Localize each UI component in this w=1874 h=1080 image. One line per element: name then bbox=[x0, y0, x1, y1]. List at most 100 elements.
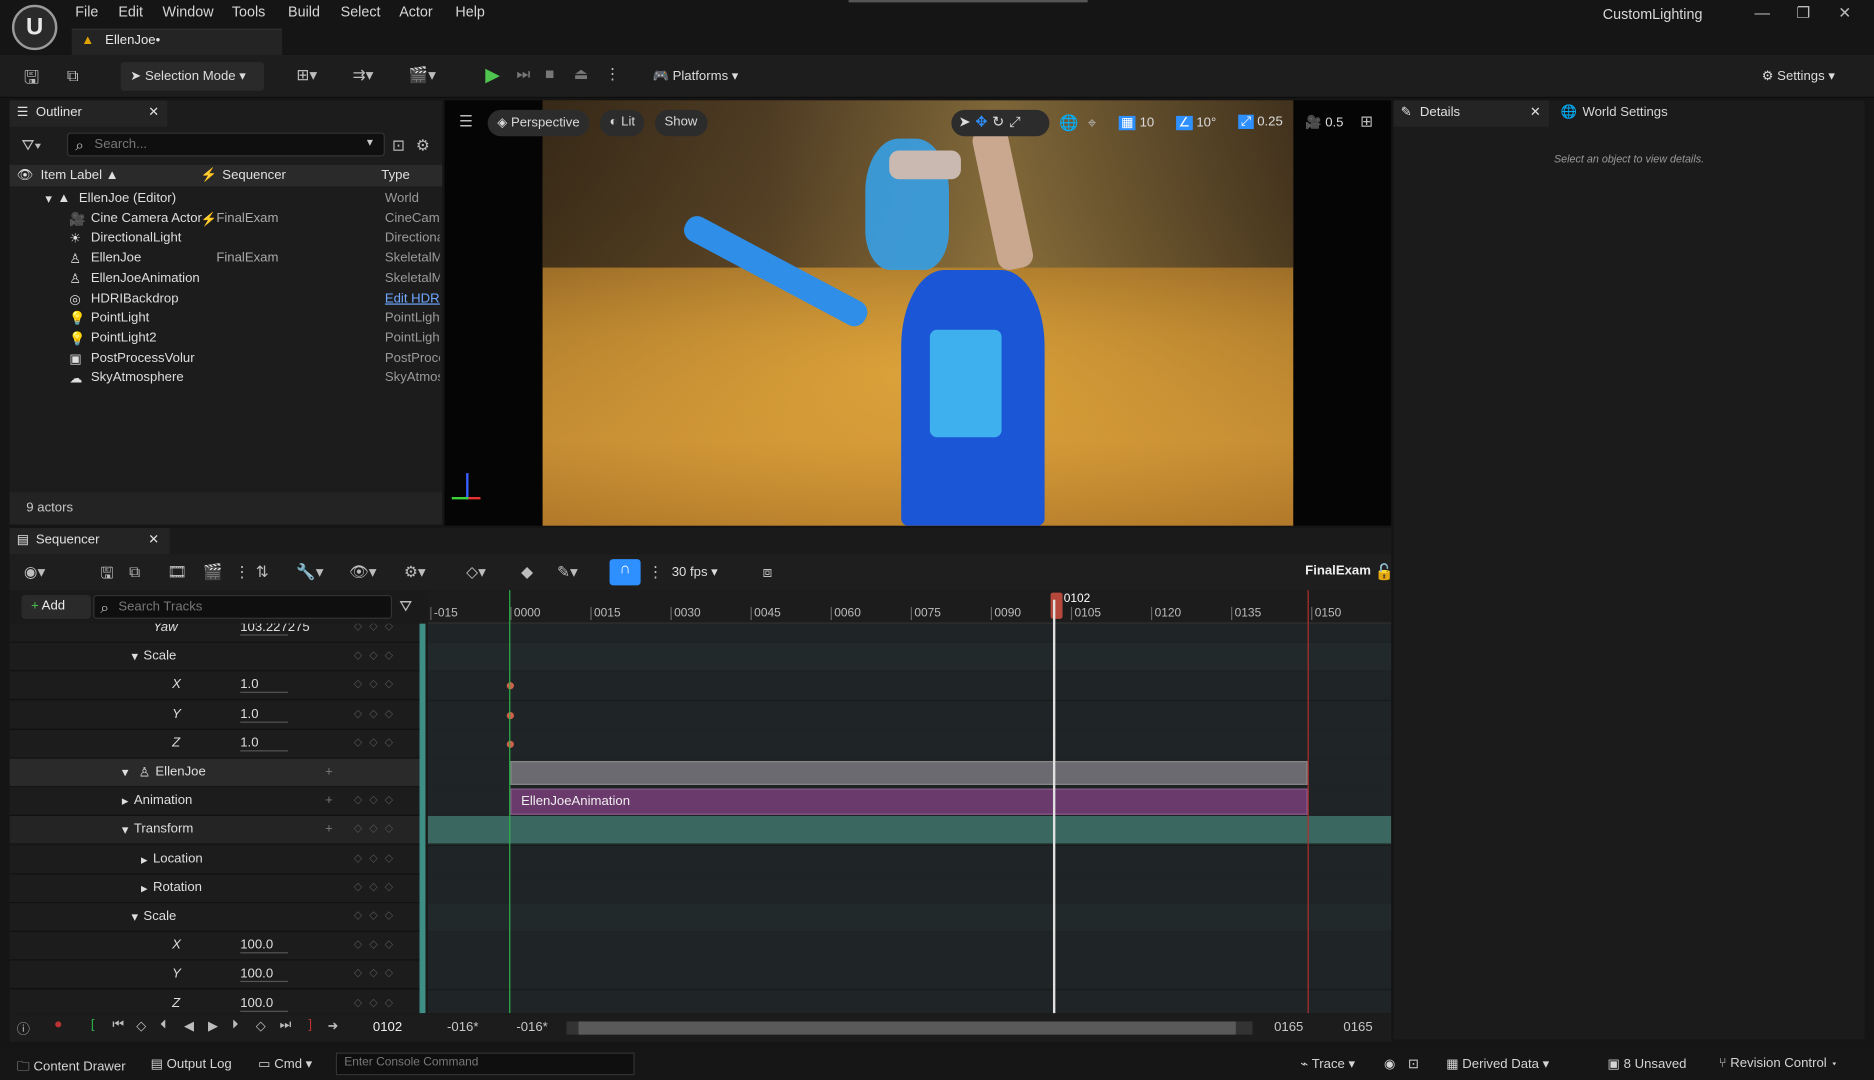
unsaved-button[interactable]: ▣ 8 Unsaved bbox=[1608, 1056, 1687, 1071]
track-lane[interactable] bbox=[427, 623, 1392, 643]
track-search-input[interactable]: ⌕ Search Tracks bbox=[93, 594, 393, 619]
menu-tools[interactable]: Tools bbox=[232, 4, 265, 21]
eject-icon[interactable]: ⏏ bbox=[574, 65, 589, 84]
step-icon[interactable]: ⏭ bbox=[516, 65, 530, 84]
snap-icon[interactable]: ∩ bbox=[609, 559, 641, 586]
info-icon[interactable]: ⓘ bbox=[17, 1019, 30, 1038]
track-lane[interactable] bbox=[427, 642, 1392, 672]
output-log-button[interactable]: ▤ Output Log bbox=[151, 1056, 232, 1071]
scale-tool-icon[interactable]: ⤢ bbox=[1009, 113, 1025, 130]
next-frame-icon[interactable]: ⏵ bbox=[232, 1018, 239, 1034]
view-start-field[interactable]: -016* bbox=[447, 1020, 478, 1034]
more-options-icon[interactable]: ⋮ bbox=[605, 65, 621, 84]
scale-snap[interactable]: ⤢ 0.25 bbox=[1233, 110, 1287, 136]
derived-data-dropdown[interactable]: ▦ Derived Data ▾ bbox=[1446, 1056, 1549, 1071]
track-lane[interactable] bbox=[427, 932, 1392, 961]
play-forward-icon[interactable]: ▶ bbox=[208, 1018, 218, 1033]
view-options-icon[interactable]: 👁▾ bbox=[349, 563, 377, 582]
show-button[interactable]: Show bbox=[654, 109, 707, 137]
animation-section[interactable]: EllenJoeAnimation bbox=[510, 788, 1308, 816]
key-icon[interactable]: ◆ bbox=[521, 563, 533, 582]
rotate-tool-icon[interactable]: ↻ bbox=[992, 113, 1009, 130]
restore-icon[interactable]: ❐ bbox=[1796, 4, 1810, 23]
menu-actor[interactable]: Actor bbox=[399, 4, 432, 21]
menu-select[interactable]: Select bbox=[341, 4, 381, 21]
timeline-ruler[interactable]: -015 0000 0015 0030 0045 0060 0075 0090 0105 0120… bbox=[427, 590, 1392, 624]
visibility-icon[interactable]: 👁 bbox=[17, 167, 34, 182]
viewport-menu-icon[interactable]: ☰ bbox=[459, 112, 473, 131]
close-tab-icon[interactable]: ✕ bbox=[148, 532, 159, 547]
track-lane[interactable] bbox=[427, 758, 1392, 788]
minimize-icon[interactable]: — bbox=[1755, 4, 1771, 22]
select-tool-icon[interactable]: ➤ bbox=[959, 113, 976, 130]
surface-snap-icon[interactable]: ⌖ bbox=[1088, 113, 1097, 132]
chevron-down-icon[interactable]: ▾ bbox=[367, 136, 373, 149]
more-icon[interactable]: ⋮ bbox=[234, 563, 250, 582]
jump-start-icon[interactable]: ⏮ bbox=[112, 1018, 124, 1034]
close-window-icon[interactable]: ✕ bbox=[1838, 4, 1851, 23]
screenshot-icon[interactable]: ⊡ bbox=[1408, 1056, 1419, 1071]
col-type[interactable]: Type bbox=[381, 168, 410, 182]
move-tool-icon[interactable]: ✥ bbox=[975, 113, 992, 130]
stop-icon[interactable]: ■ bbox=[545, 65, 554, 83]
set-start-icon[interactable]: [ bbox=[91, 1018, 95, 1032]
menu-build[interactable]: Build bbox=[288, 4, 320, 21]
menu-window[interactable]: Window bbox=[163, 4, 214, 21]
play-icon[interactable]: ▶ bbox=[485, 63, 500, 87]
sequencer-tab[interactable]: ▤ Sequencer ✕ bbox=[9, 528, 170, 555]
perspective-button[interactable]: ◈ Perspective bbox=[487, 109, 590, 137]
col-item-label[interactable]: Item Label ▲ bbox=[41, 168, 119, 182]
render-icon[interactable]: 🎬 bbox=[203, 563, 222, 582]
loop-icon[interactable]: ➜ bbox=[327, 1018, 338, 1033]
live-coding-icon[interactable]: ◉ bbox=[1384, 1056, 1395, 1071]
revision-control-dropdown[interactable]: ⑂ Revision Control ▾ bbox=[1719, 1056, 1839, 1070]
menu-file[interactable]: File bbox=[75, 4, 98, 21]
prev-key-icon[interactable]: ◇ bbox=[136, 1018, 146, 1033]
platforms-button[interactable]: 🎮 Platforms ▾ bbox=[643, 62, 756, 91]
blueprint-icon[interactable]: ⇉▾ bbox=[353, 66, 374, 85]
work-start-field[interactable]: -016* bbox=[516, 1020, 547, 1034]
next-key-icon[interactable]: ◇ bbox=[256, 1018, 266, 1033]
expand-arrow-icon[interactable]: ▾ bbox=[45, 191, 52, 206]
col-sequencer[interactable]: Sequencer bbox=[222, 168, 286, 182]
capture-icon[interactable]: 🎞 bbox=[167, 563, 187, 582]
outliner-row[interactable]: ▣ PostProcessVolur PostProce bbox=[10, 348, 443, 368]
grid-snap[interactable]: ▦ 10 bbox=[1114, 110, 1159, 136]
set-end-icon[interactable]: ] bbox=[308, 1018, 312, 1032]
actions-icon[interactable]: ⇅ bbox=[256, 563, 269, 582]
rotation-snap[interactable]: ∠ 10° bbox=[1171, 110, 1221, 136]
details-tab[interactable]: ✎ Details ✕ bbox=[1393, 100, 1549, 127]
outliner-row[interactable]: ♙ EllenJoeAnimation SkeletalM bbox=[10, 269, 443, 289]
outliner-row[interactable]: ♙ EllenJoe FinalExam SkeletalM bbox=[10, 249, 443, 269]
outliner-search-input[interactable]: ⌕ Search... ▾ bbox=[66, 132, 385, 157]
snap-more-icon[interactable]: ⋮ bbox=[648, 563, 664, 582]
world-context-icon[interactable]: ◉▾ bbox=[24, 563, 45, 582]
lit-button[interactable]: ◐ Lit bbox=[599, 109, 645, 137]
save-sequence-icon[interactable]: 🖫 bbox=[100, 563, 113, 589]
outliner-row[interactable]: 💡 PointLight PointLight bbox=[10, 308, 443, 328]
curve-editor-icon[interactable]: ⧈ bbox=[763, 563, 773, 582]
cinematics-icon[interactable]: 🎬▾ bbox=[409, 66, 436, 85]
outliner-row[interactable]: 🎥Cine Camera ActorFinalExamCineCame⚡ bbox=[10, 209, 443, 229]
close-tab-icon[interactable]: ✕ bbox=[1530, 104, 1541, 119]
add-content-icon[interactable]: ⊞▾ bbox=[296, 66, 317, 85]
outliner-row[interactable]: ☀ DirectionalLight Directiona bbox=[10, 229, 443, 249]
console-input[interactable]: Enter Console Command bbox=[335, 1052, 635, 1076]
view-end-field[interactable]: 0165 bbox=[1343, 1020, 1372, 1034]
track-lane[interactable]: EllenJoeAnimation bbox=[427, 787, 1392, 817]
jump-end-icon[interactable]: ⏭ bbox=[280, 1018, 292, 1034]
lock-icon[interactable]: 🔓 bbox=[1374, 563, 1393, 582]
content-drawer-button[interactable]: 🗀 Content Drawer bbox=[17, 1056, 126, 1079]
camera-speed[interactable]: 🎥 0.5 bbox=[1300, 110, 1348, 136]
settings-button[interactable]: ⚙ Settings ▾ bbox=[1752, 62, 1855, 91]
viewport-layout-icon[interactable]: ⊞ bbox=[1360, 112, 1373, 131]
track-filter-icon[interactable]: ⛛ bbox=[399, 597, 412, 616]
outliner-row[interactable]: ◎ HDRIBackdrop Edit HDRI bbox=[10, 289, 443, 309]
track-lane[interactable] bbox=[427, 874, 1392, 903]
find-asset-icon[interactable]: ⧉ bbox=[129, 563, 140, 582]
key-interp-icon[interactable]: ◇▾ bbox=[466, 563, 486, 582]
current-frame-field[interactable]: 0102 bbox=[373, 1020, 402, 1034]
trace-dropdown[interactable]: ⌁ Trace ▾ bbox=[1300, 1056, 1355, 1071]
browse-icon[interactable]: ⧉ bbox=[67, 66, 79, 86]
record-icon[interactable]: ⏺ bbox=[55, 1018, 62, 1034]
